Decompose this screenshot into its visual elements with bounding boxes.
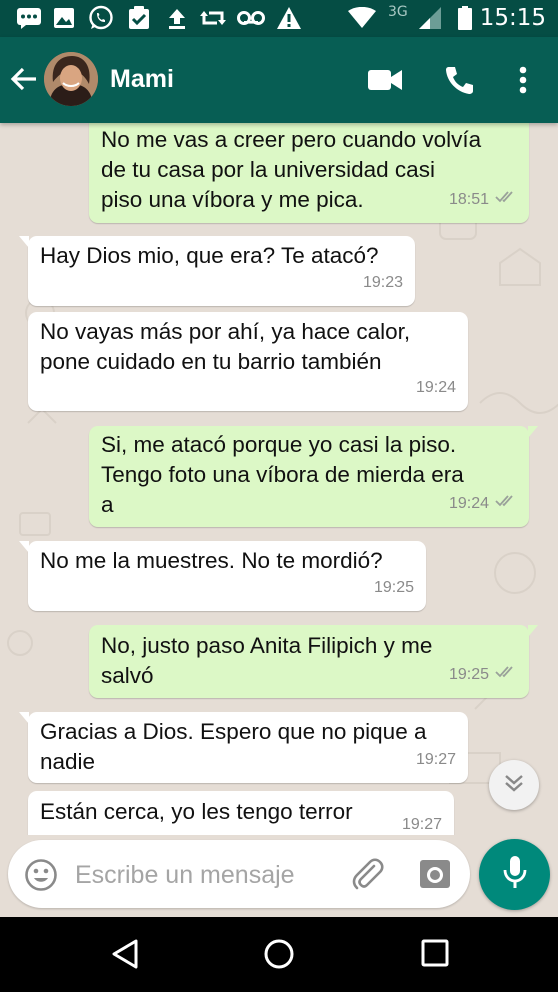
message-text-line: Si, me atacó porque yo casi la piso. — [101, 432, 457, 457]
message-time: 19:23 — [362, 274, 403, 291]
video-call-icon[interactable] — [368, 69, 402, 96]
message-time: 19:25 — [373, 579, 414, 596]
message-composer[interactable]: Escribe un mensaje — [8, 840, 470, 908]
read-receipt-icon — [495, 489, 517, 519]
message-time: 18:51 — [448, 191, 489, 208]
message-time: 19:25 — [448, 666, 489, 683]
message-text-line: Tengo foto una víbora de mierda era — [101, 462, 464, 487]
task-check-icon — [127, 6, 151, 30]
voicemail-icon — [237, 6, 265, 30]
message-text-line: Hay Dios mio, que era? Te atacó? — [40, 243, 379, 268]
message-text-line: de tu casa por la universidad casi — [101, 157, 435, 182]
avatar[interactable] — [44, 52, 98, 106]
message-text-line: No me vas a creer pero cuando volvía — [101, 127, 482, 152]
message-bubble-incoming[interactable]: Gracias a Dios. Espero que no pique a na… — [19, 712, 468, 783]
back-arrow-icon[interactable] — [10, 66, 38, 97]
mic-icon — [502, 855, 528, 894]
message-bubble-incoming[interactable]: Están cerca, yo les tengo terror 19:27 — [28, 791, 454, 835]
message-text-line: Están cerca, yo les tengo terror — [40, 799, 353, 824]
bubble-tail — [19, 236, 29, 248]
more-vert-icon[interactable] — [519, 66, 527, 99]
chat-header: Mami — [0, 37, 558, 123]
camera-icon[interactable] — [418, 858, 452, 895]
bubble-tail — [528, 426, 538, 438]
message-bubble-incoming[interactable]: No me la muestres. No te mordió? 19:25 — [19, 541, 426, 611]
recents-square-icon[interactable] — [420, 938, 450, 973]
message-bubble-incoming[interactable]: Hay Dios mio, que era? Te atacó? 19:23 — [19, 236, 415, 306]
message-bubble-incoming[interactable]: No vayas más por ahí, ya hace calor, pon… — [28, 312, 468, 411]
message-time: 19:24 — [415, 379, 456, 396]
bubble-tail — [19, 712, 29, 724]
signal-icon — [418, 6, 442, 30]
attach-icon[interactable] — [348, 855, 386, 898]
message-time: 19:27 — [415, 751, 456, 768]
message-bubble-outgoing[interactable]: No me vas a creer pero cuando volvía de … — [89, 123, 529, 223]
message-text-line: No me la muestres. No te mordió? — [40, 548, 383, 573]
message-text-line: pone cuidado en tu barrio también — [40, 349, 382, 374]
read-receipt-icon — [495, 185, 517, 215]
message-bubble-outgoing[interactable]: No, justo paso Anita Filipich y me salvó… — [89, 625, 538, 698]
message-text-line: piso una víbora y me pica. — [101, 187, 364, 212]
wifi-icon — [348, 6, 376, 30]
message-icon — [16, 6, 42, 30]
network-type-label: 3G — [388, 4, 408, 20]
message-text-line: No vayas más por ahí, ya hace calor, — [40, 319, 411, 344]
contact-name[interactable]: Mami — [110, 65, 174, 94]
message-text-line: Gracias a Dios. Espero que no pique a — [40, 719, 427, 744]
image-icon — [53, 6, 75, 30]
status-bar: 3G 15:15 — [0, 0, 558, 37]
battery-icon — [458, 6, 472, 30]
scroll-to-bottom-button[interactable] — [489, 760, 539, 810]
voice-record-button[interactable] — [479, 839, 550, 910]
whatsapp-icon — [88, 5, 114, 30]
chat-area[interactable]: No me vas a creer pero cuando volvía de … — [0, 123, 558, 835]
warning-icon — [276, 6, 302, 30]
system-nav-bar — [0, 917, 558, 992]
sync-icon — [199, 6, 227, 30]
message-text-line: No, justo paso Anita Filipich y me — [101, 633, 433, 658]
message-input[interactable]: Escribe un mensaje — [75, 861, 295, 890]
phone-icon[interactable] — [444, 65, 474, 100]
message-bubble-outgoing[interactable]: Si, me atacó porque yo casi la piso. Ten… — [89, 426, 538, 527]
read-receipt-icon — [495, 660, 517, 690]
emoji-icon[interactable] — [24, 858, 58, 897]
upload-icon — [167, 6, 187, 30]
message-time: 19:27 — [401, 816, 442, 833]
bubble-tail — [19, 541, 29, 553]
bubble-tail — [528, 625, 538, 637]
home-circle-icon[interactable] — [263, 938, 295, 975]
back-triangle-icon[interactable] — [110, 938, 140, 975]
status-time: 15:15 — [479, 5, 546, 31]
message-time: 19:24 — [448, 495, 489, 512]
message-text-line: nadie — [40, 749, 96, 774]
message-text-line: salvó — [101, 663, 154, 688]
message-text-line: a — [101, 492, 114, 517]
chevron-double-down-icon — [503, 773, 525, 798]
